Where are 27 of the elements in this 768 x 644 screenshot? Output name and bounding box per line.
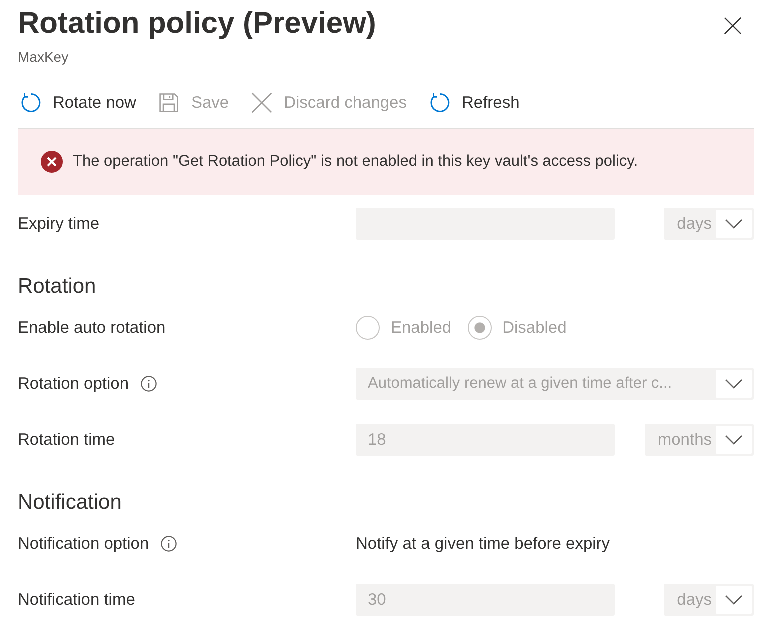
close-button[interactable] — [724, 17, 742, 35]
close-icon — [724, 17, 742, 35]
field-label: Notification option — [18, 534, 150, 554]
section-heading: Rotation — [18, 274, 98, 300]
error-message: The operation "Get Rotation Policy" is not enabled in this key vault's access policy. — [73, 153, 638, 171]
field-label: Notification time — [18, 590, 136, 610]
toolbar-button[interactable]: Refresh — [418, 83, 530, 123]
field-label: Rotation time — [18, 430, 116, 450]
chevron-icon — [716, 586, 752, 614]
circular-arrow-icon — [20, 92, 42, 114]
chevron-icon — [716, 210, 752, 238]
panel-subtitle: MaxKey — [18, 48, 70, 67]
chevron-icon — [716, 426, 752, 454]
option-label: Enabled — [391, 318, 452, 338]
chevron-icon — [716, 370, 752, 398]
toolbar-button[interactable]: Rotate now — [10, 83, 146, 123]
field-label: Expiry time — [18, 214, 100, 234]
info-icon[interactable] — [161, 536, 178, 552]
option-value: Notify at a given time before expiry — [356, 534, 610, 554]
field-label: Rotation option — [18, 374, 129, 394]
field-label: Enable auto rotation — [18, 318, 166, 338]
error-icon — [41, 151, 63, 173]
circular-arrow-icon — [428, 92, 451, 114]
option-label: Disabled — [502, 318, 567, 338]
panel-title: Rotation policy (Preview) — [18, 6, 376, 42]
cross-icon — [251, 92, 274, 114]
section-heading: Notification — [18, 490, 123, 516]
